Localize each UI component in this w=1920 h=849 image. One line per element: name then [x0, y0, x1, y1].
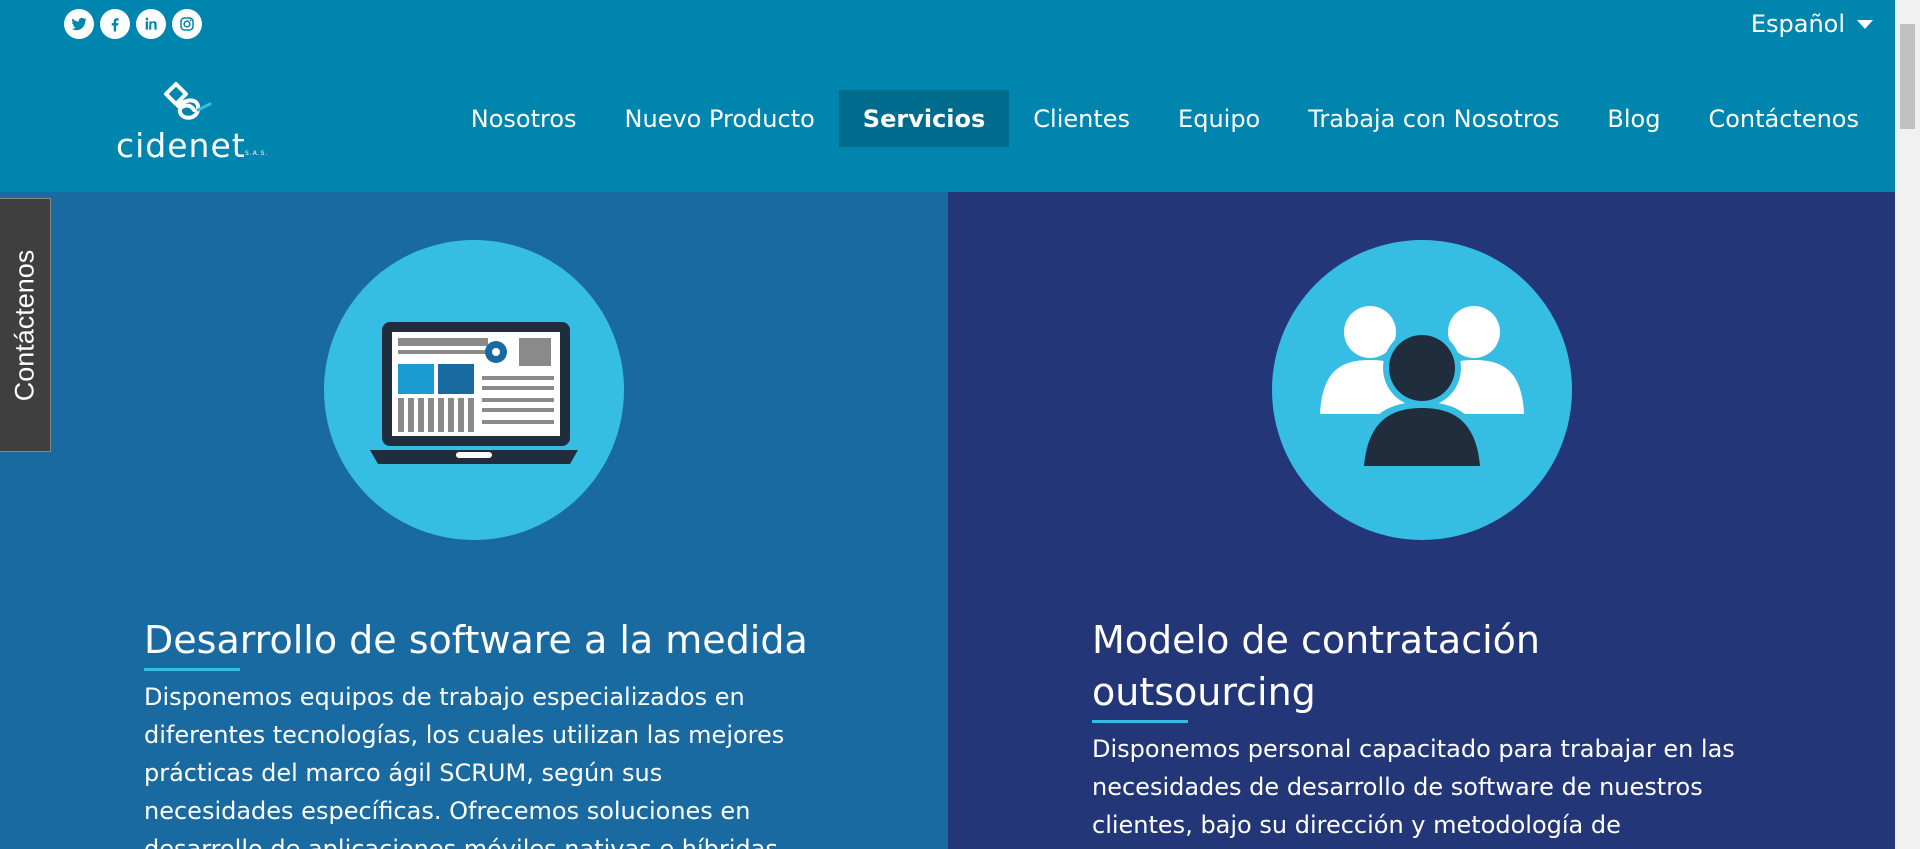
instagram-icon[interactable]	[172, 9, 202, 39]
nav-item-contactenos[interactable]: Contáctenos	[1684, 90, 1883, 147]
contact-side-tab-label: Contáctenos	[9, 249, 40, 401]
chevron-down-icon	[1857, 19, 1873, 29]
site-header: Español cidenet S.A.S. Nosotros Nuevo Pr…	[0, 0, 1895, 192]
service-title: Desarrollo de software a la medida	[144, 614, 844, 671]
twitter-icon[interactable]	[64, 9, 94, 39]
service-panel-outsourcing: Modelo de contratación outsourcing Dispo…	[948, 192, 1895, 849]
nav-item-trabaja-con-nosotros[interactable]: Trabaja con Nosotros	[1284, 90, 1583, 147]
social-links	[64, 9, 202, 39]
service-description: Disponemos equipos de trabajo especializ…	[144, 683, 785, 849]
nav-item-nuevo-producto[interactable]: Nuevo Producto	[601, 90, 839, 147]
nav-item-servicios[interactable]: Servicios	[838, 90, 1010, 147]
laptop-icon	[324, 240, 624, 540]
nav-item-clientes[interactable]: Clientes	[1009, 90, 1154, 147]
title-underline	[1092, 720, 1188, 723]
main-navigation: Nosotros Nuevo Producto Servicios Client…	[447, 90, 1883, 147]
cidenet-logo[interactable]: cidenet S.A.S.	[114, 80, 269, 165]
contact-side-tab[interactable]: Contáctenos	[0, 198, 51, 452]
nav-item-equipo[interactable]: Equipo	[1154, 90, 1284, 147]
service-description: Disponemos personal capacitado para trab…	[1092, 735, 1735, 839]
language-selector[interactable]: Español	[1751, 10, 1873, 38]
logo-wordmark: cidenet	[116, 126, 246, 165]
service-title-text: Desarrollo de software a la medida	[144, 618, 808, 662]
service-title: Modelo de contratación outsourcing	[1092, 614, 1652, 723]
logo-suffix: S.A.S.	[245, 150, 269, 157]
service-title-text: Modelo de contratación outsourcing	[1092, 618, 1541, 714]
linkedin-icon[interactable]	[136, 9, 166, 39]
page-scrollbar[interactable]	[1895, 0, 1920, 849]
service-panel-software: Desarrollo de software a la medida Dispo…	[0, 192, 948, 849]
title-underline	[144, 668, 240, 671]
team-icon	[1272, 240, 1572, 540]
nav-item-blog[interactable]: Blog	[1583, 90, 1684, 147]
logo-mark-icon	[164, 82, 212, 120]
scrollbar-thumb[interactable]	[1900, 24, 1915, 129]
page-viewport: Español cidenet S.A.S. Nosotros Nuevo Pr…	[0, 0, 1895, 849]
facebook-icon[interactable]	[100, 9, 130, 39]
language-label: Español	[1750, 10, 1845, 38]
nav-item-nosotros[interactable]: Nosotros	[447, 90, 601, 147]
